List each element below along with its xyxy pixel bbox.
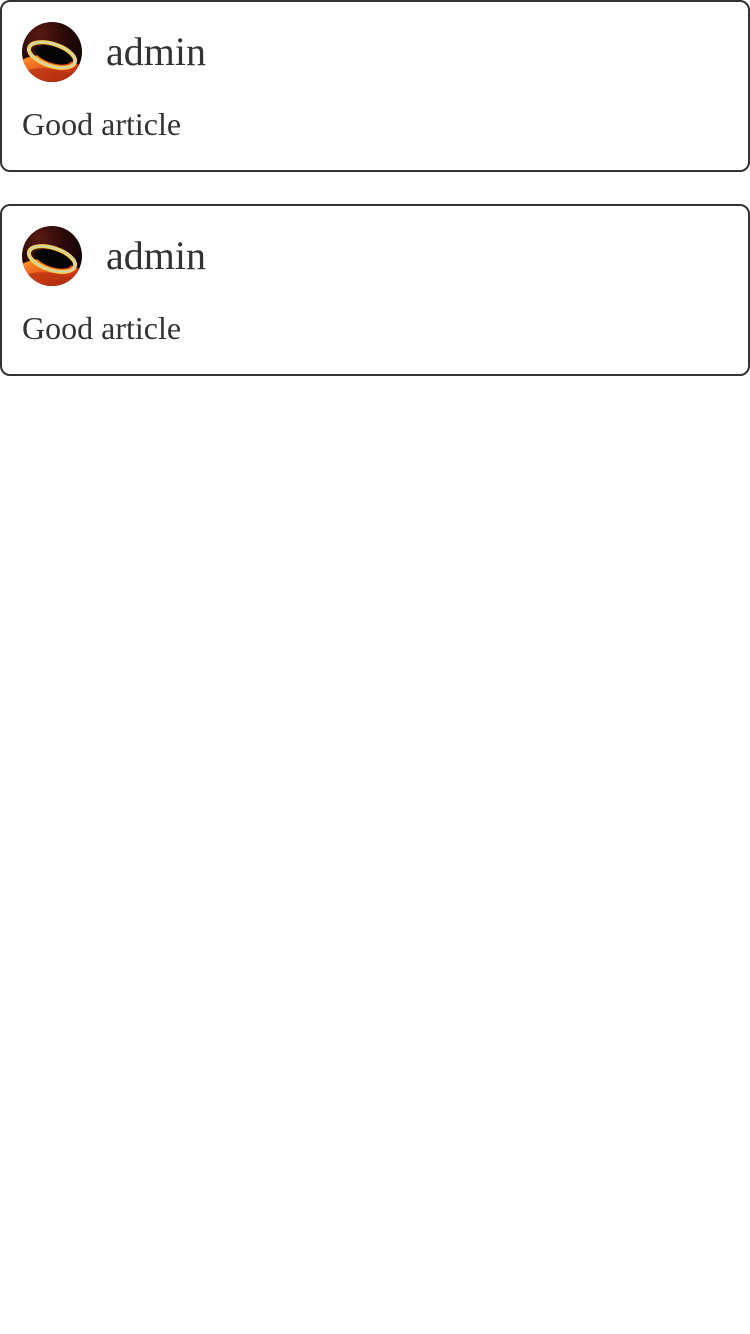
comment-username[interactable]: admin <box>106 230 206 282</box>
avatar[interactable] <box>22 22 82 82</box>
comment-card[interactable]: admin Good article <box>0 204 750 376</box>
comment-list: admin Good article admin Good article <box>0 0 750 408</box>
comment-card[interactable]: admin Good article <box>0 0 750 172</box>
black-hole-avatar-icon <box>22 226 82 286</box>
comment-text: Good article <box>22 310 182 346</box>
black-hole-avatar-icon <box>22 22 82 82</box>
avatar[interactable] <box>22 226 82 286</box>
comment-text: Good article <box>22 106 182 142</box>
comment-username[interactable]: admin <box>106 26 206 78</box>
